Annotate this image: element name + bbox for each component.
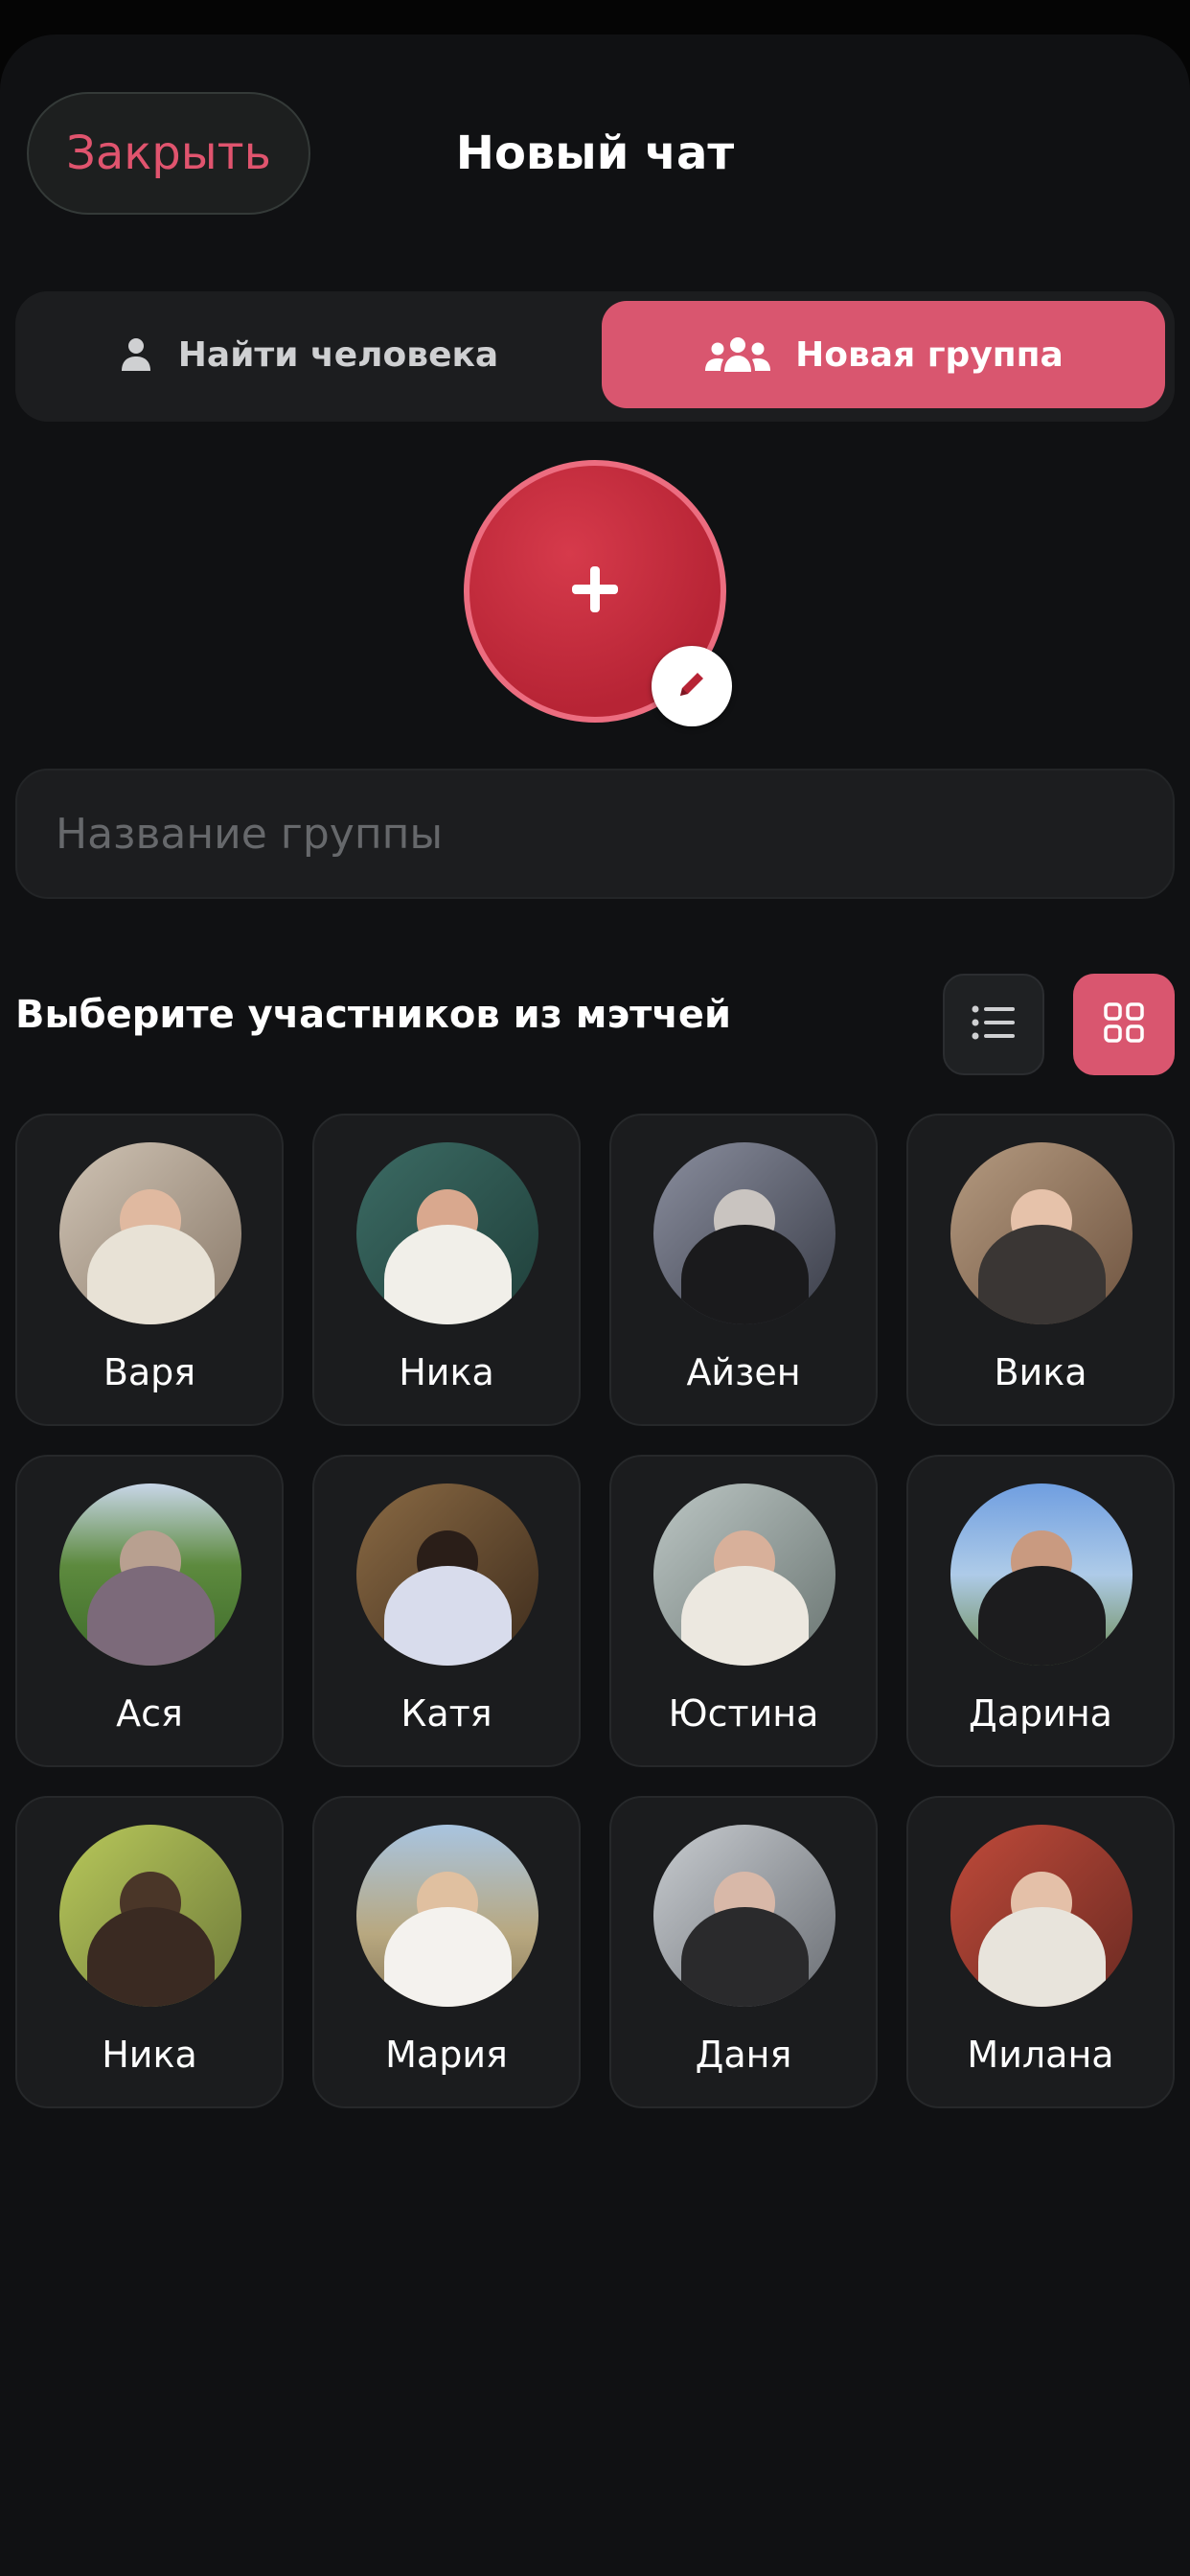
- match-card[interactable]: Ника: [15, 1796, 284, 2108]
- avatar: [950, 1825, 1133, 2007]
- avatar: [356, 1484, 538, 1666]
- match-name: Айзен: [686, 1351, 801, 1393]
- pencil-icon: [673, 665, 711, 707]
- match-card[interactable]: Милана: [906, 1796, 1175, 2108]
- avatar: [356, 1142, 538, 1324]
- members-section-title: Выберите участников из мэтчей: [15, 993, 731, 1037]
- close-button[interactable]: Закрыть: [27, 92, 310, 215]
- match-name: Вика: [994, 1351, 1087, 1393]
- avatar: [653, 1484, 835, 1666]
- avatar: [653, 1825, 835, 2007]
- match-name: Юстина: [668, 1692, 819, 1735]
- group-name-input[interactable]: [15, 769, 1175, 899]
- match-card[interactable]: Юстина: [609, 1455, 878, 1767]
- person-icon: [117, 335, 155, 374]
- match-card[interactable]: Катя: [312, 1455, 581, 1767]
- match-name: Мария: [385, 2034, 508, 2076]
- match-name: Ника: [399, 1351, 494, 1393]
- avatar: [950, 1484, 1133, 1666]
- match-card[interactable]: Даня: [609, 1796, 878, 2108]
- avatar: [950, 1142, 1133, 1324]
- match-card[interactable]: Варя: [15, 1114, 284, 1426]
- match-card[interactable]: Ася: [15, 1455, 284, 1767]
- tab-find-person-label: Найти человека: [177, 334, 499, 375]
- page-title: Новый чат: [455, 126, 735, 180]
- group-icon: [703, 335, 772, 374]
- match-card[interactable]: Ника: [312, 1114, 581, 1426]
- grid-icon: [1103, 1001, 1145, 1047]
- match-name: Дарина: [969, 1692, 1112, 1735]
- list-view-button[interactable]: [943, 974, 1044, 1075]
- list-icon: [971, 1003, 1017, 1046]
- avatar: [59, 1825, 241, 2007]
- avatar: [653, 1142, 835, 1324]
- chat-type-tabs: Найти человека Новая группа: [15, 291, 1175, 422]
- edit-avatar-button[interactable]: [652, 646, 732, 726]
- match-name: Катя: [400, 1692, 492, 1735]
- plus-icon: [568, 563, 622, 620]
- match-card[interactable]: Мария: [312, 1796, 581, 2108]
- match-name: Ника: [102, 2034, 197, 2076]
- tab-new-group[interactable]: Новая группа: [602, 301, 1165, 408]
- avatar: [59, 1142, 241, 1324]
- match-name: Ася: [116, 1692, 183, 1735]
- avatar: [59, 1484, 241, 1666]
- avatar: [356, 1825, 538, 2007]
- new-chat-sheet: Закрыть Новый чат Найти человека Новая г…: [0, 34, 1190, 2576]
- match-name: Милана: [967, 2034, 1114, 2076]
- match-name: Даня: [695, 2034, 792, 2076]
- tab-new-group-label: Новая группа: [795, 334, 1064, 375]
- grid-view-button[interactable]: [1073, 974, 1175, 1075]
- match-card[interactable]: Айзен: [609, 1114, 878, 1426]
- match-card[interactable]: Вика: [906, 1114, 1175, 1426]
- match-name: Варя: [103, 1351, 196, 1393]
- tab-find-person[interactable]: Найти человека: [25, 301, 590, 408]
- match-card[interactable]: Дарина: [906, 1455, 1175, 1767]
